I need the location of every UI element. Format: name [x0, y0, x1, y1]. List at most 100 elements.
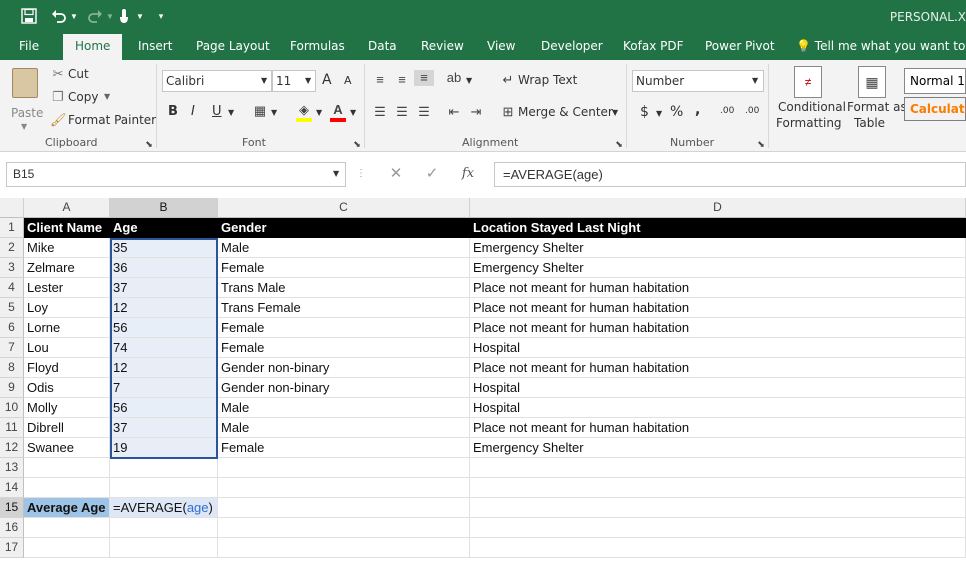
decrease-indent-icon[interactable]: ⇤: [446, 104, 462, 120]
font-color-dropdown-icon[interactable]: ▼: [350, 108, 356, 117]
cell-a9[interactable]: Odis: [24, 378, 110, 398]
cell-b1[interactable]: Age: [110, 218, 218, 238]
row-header[interactable]: 16: [0, 518, 24, 538]
cell-a15[interactable]: Average Age: [24, 498, 110, 518]
select-all-corner[interactable]: [0, 198, 24, 218]
cell-d1[interactable]: Location Stayed Last Night: [470, 218, 966, 238]
formula-input[interactable]: =AVERAGE(age): [494, 162, 966, 187]
fill-color-icon[interactable]: ◈: [296, 102, 312, 122]
currency-button[interactable]: $: [640, 104, 649, 120]
cell-a8[interactable]: Floyd: [24, 358, 110, 378]
cell-c4[interactable]: Trans Male: [218, 278, 470, 298]
row-header[interactable]: 1: [0, 218, 24, 238]
style-calculation[interactable]: Calculatio: [904, 97, 966, 121]
merge-center-button[interactable]: ⊞ Merge & Center ▼: [500, 104, 624, 122]
cell-b2[interactable]: 35: [110, 238, 218, 258]
cell-c13[interactable]: [218, 458, 470, 478]
row-header[interactable]: 15: [0, 498, 24, 518]
cell-c12[interactable]: Female: [218, 438, 470, 458]
cell-d15[interactable]: [470, 498, 966, 518]
redo-dropdown-icon[interactable]: ▼: [106, 6, 114, 26]
row-header[interactable]: 5: [0, 298, 24, 318]
cell-c2[interactable]: Male: [218, 238, 470, 258]
bold-button[interactable]: B: [168, 104, 178, 119]
customize-qat-icon[interactable]: ▾: [156, 6, 166, 26]
row-header[interactable]: 3: [0, 258, 24, 278]
cell-b17[interactable]: [110, 538, 218, 558]
cell-c14[interactable]: [218, 478, 470, 498]
cell-c11[interactable]: Male: [218, 418, 470, 438]
row-header[interactable]: 8: [0, 358, 24, 378]
underline-dropdown-icon[interactable]: ▼: [228, 108, 234, 117]
column-header-c[interactable]: C: [218, 198, 470, 218]
copy-button[interactable]: ❐ Copy ▼: [50, 89, 140, 107]
format-painter-button[interactable]: 🖌 Format Painter: [50, 112, 156, 130]
confirm-entry-icon[interactable]: ✓: [424, 166, 440, 182]
increase-indent-icon[interactable]: ⇥: [468, 104, 484, 120]
cell-b6[interactable]: 56: [110, 318, 218, 338]
cell-b12[interactable]: 19: [110, 438, 218, 458]
align-top-icon[interactable]: ≡: [372, 72, 388, 88]
cell-b15[interactable]: =AVERAGE(age): [110, 498, 218, 518]
clipboard-launcher-icon[interactable]: ⬊: [144, 136, 154, 152]
row-header[interactable]: 10: [0, 398, 24, 418]
cell-d4[interactable]: Place not meant for human habitation: [470, 278, 966, 298]
cell-c8[interactable]: Gender non-binary: [218, 358, 470, 378]
orientation-icon[interactable]: ab: [446, 70, 462, 86]
cell-b13[interactable]: [110, 458, 218, 478]
comma-button[interactable]: ,: [695, 102, 700, 118]
cell-c10[interactable]: Male: [218, 398, 470, 418]
cell-c5[interactable]: Trans Female: [218, 298, 470, 318]
cell-a3[interactable]: Zelmare: [24, 258, 110, 278]
align-bottom-icon[interactable]: ≡: [414, 70, 434, 86]
font-size-select[interactable]: 11 ▼: [272, 70, 316, 92]
cell-a5[interactable]: Loy: [24, 298, 110, 318]
cancel-entry-icon[interactable]: ✕: [388, 166, 404, 182]
save-icon[interactable]: [20, 6, 38, 26]
borders-icon[interactable]: ▦: [252, 103, 268, 119]
cell-a2[interactable]: Mike: [24, 238, 110, 258]
cell-c1[interactable]: Gender: [218, 218, 470, 238]
tab-formulas[interactable]: Formulas: [290, 39, 345, 53]
row-header[interactable]: 14: [0, 478, 24, 498]
cell-c6[interactable]: Female: [218, 318, 470, 338]
cell-d5[interactable]: Place not meant for human habitation: [470, 298, 966, 318]
tab-developer[interactable]: Developer: [541, 39, 603, 53]
decrease-decimal-button[interactable]: .00: [745, 106, 759, 116]
cell-c17[interactable]: [218, 538, 470, 558]
grow-font-button[interactable]: A: [322, 72, 332, 88]
row-header[interactable]: 17: [0, 538, 24, 558]
shrink-font-button[interactable]: A: [344, 74, 352, 87]
italic-button[interactable]: I: [191, 104, 195, 119]
cell-a12[interactable]: Swanee: [24, 438, 110, 458]
cell-a6[interactable]: Lorne: [24, 318, 110, 338]
row-header[interactable]: 13: [0, 458, 24, 478]
cell-d14[interactable]: [470, 478, 966, 498]
row-header[interactable]: 9: [0, 378, 24, 398]
tab-file[interactable]: File: [19, 39, 39, 53]
cell-b3[interactable]: 36: [110, 258, 218, 278]
font-launcher-icon[interactable]: ⬊: [352, 136, 362, 152]
cell-a4[interactable]: Lester: [24, 278, 110, 298]
cell-b4[interactable]: 37: [110, 278, 218, 298]
conditional-formatting-button[interactable]: ≠ Conditional Formatting: [774, 64, 846, 134]
cell-d12[interactable]: Emergency Shelter: [470, 438, 966, 458]
cell-b9[interactable]: 7: [110, 378, 218, 398]
underline-button[interactable]: U: [212, 104, 222, 119]
orientation-dropdown-icon[interactable]: ▼: [466, 76, 472, 85]
align-right-icon[interactable]: ☰: [416, 104, 432, 120]
tab-view[interactable]: View: [487, 39, 515, 53]
touch-mode-icon[interactable]: [116, 6, 132, 26]
tell-me-box[interactable]: 💡 Tell me what you want to do: [796, 39, 966, 53]
cell-b5[interactable]: 12: [110, 298, 218, 318]
tab-power-pivot[interactable]: Power Pivot: [705, 39, 775, 53]
redo-icon[interactable]: [86, 6, 104, 26]
tab-kofax-pdf[interactable]: Kofax PDF: [623, 39, 684, 53]
percent-button[interactable]: %: [670, 104, 683, 120]
worksheet-grid[interactable]: A B C D 1 Client Name Age Gender Locatio…: [0, 198, 966, 561]
align-middle-icon[interactable]: ≡: [394, 72, 410, 88]
cell-a17[interactable]: [24, 538, 110, 558]
paste-button[interactable]: Paste ▼: [6, 66, 44, 131]
currency-dropdown-icon[interactable]: ▼: [656, 109, 662, 118]
cell-b7[interactable]: 74: [110, 338, 218, 358]
